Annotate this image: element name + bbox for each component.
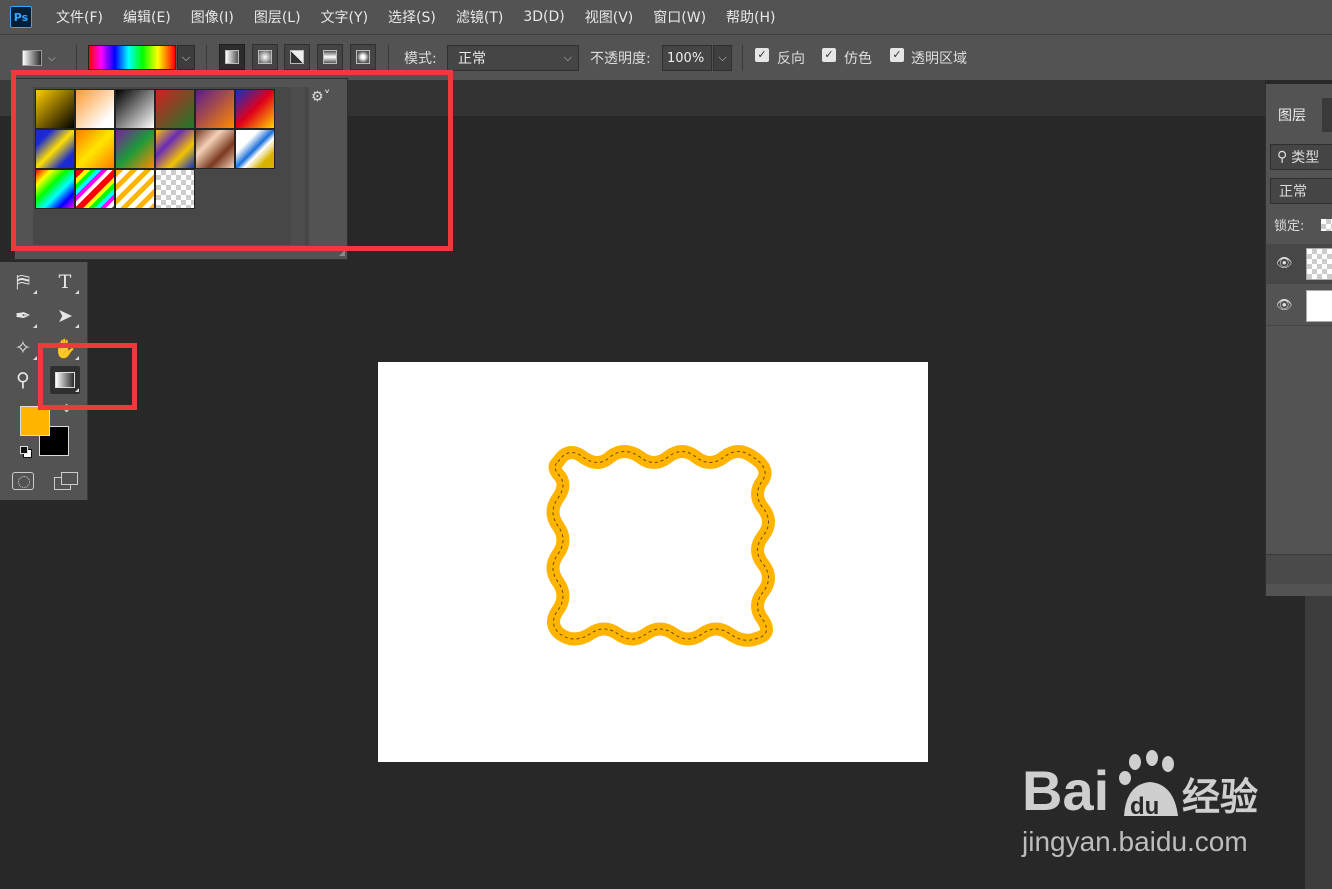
divider bbox=[206, 45, 207, 71]
svg-text:du: du bbox=[1130, 793, 1159, 820]
arrow-cursor-icon: ➤ bbox=[57, 305, 73, 327]
mode-select[interactable]: 正常 ⌵ bbox=[447, 45, 579, 71]
mode-label: 模式: bbox=[404, 51, 437, 67]
radial-gradient-button[interactable] bbox=[252, 44, 278, 70]
mode-value: 正常 bbox=[458, 51, 486, 67]
linear-gradient-icon bbox=[225, 50, 239, 64]
opacity-dropdown-button[interactable]: ⌵ bbox=[713, 45, 732, 71]
shape-icon: ✧ bbox=[15, 337, 31, 359]
chevron-down-icon: ⌵ bbox=[48, 52, 56, 64]
search-icon: ⚲ bbox=[1277, 149, 1288, 165]
menu-help[interactable]: 帮助(H) bbox=[716, 0, 785, 34]
pen-tool[interactable]: ✒ bbox=[8, 302, 38, 330]
svg-text:Bai: Bai bbox=[1022, 759, 1109, 822]
svg-text:经验: 经验 bbox=[1182, 775, 1258, 819]
document-canvas[interactable] bbox=[378, 362, 928, 762]
radial-gradient-icon bbox=[258, 50, 272, 64]
foreground-color-swatch[interactable] bbox=[20, 406, 50, 436]
baidu-jingyan-watermark-logo: Bai du 经验 bbox=[1022, 750, 1258, 822]
watermark-url: jingyan.baidu.com bbox=[1022, 826, 1248, 857]
divider bbox=[742, 45, 743, 71]
menu-bar: Ps 文件(F) 编辑(E) 图像(I) 图层(L) 文字(Y) 选择(S) 滤… bbox=[0, 0, 1332, 34]
menu-view[interactable]: 视图(V) bbox=[575, 0, 644, 34]
zoom-tool[interactable]: ⚲ bbox=[8, 366, 38, 394]
menu-3d[interactable]: 3D(D) bbox=[513, 0, 574, 34]
reverse-checkbox[interactable]: ✓ bbox=[755, 48, 769, 62]
transparency-label: 透明区域 bbox=[911, 51, 967, 67]
layers-panel: 图层 ⚲ 类型 正常 锁定: 👁 👁 bbox=[1265, 84, 1332, 596]
path-selection-tool[interactable]: ➤ bbox=[50, 302, 80, 330]
menu-image[interactable]: 图像(I) bbox=[181, 0, 244, 34]
menu-type[interactable]: 文字(Y) bbox=[311, 0, 378, 34]
diamond-gradient-icon bbox=[356, 50, 370, 64]
paint-bucket-tool[interactable]: ⛿ bbox=[8, 268, 38, 296]
tab-layers[interactable]: 图层 bbox=[1266, 98, 1322, 132]
opacity-input[interactable]: 100% bbox=[662, 45, 712, 71]
gradient-preview[interactable] bbox=[88, 45, 176, 70]
layer-thumbnail bbox=[1306, 248, 1332, 280]
layer-filter-select[interactable]: ⚲ 类型 bbox=[1270, 144, 1332, 170]
magnifier-icon: ⚲ bbox=[16, 369, 30, 391]
document-tab-bar-empty bbox=[348, 80, 1265, 116]
layers-tab-bar: 图层 bbox=[1266, 98, 1332, 132]
angle-gradient-button[interactable] bbox=[284, 44, 310, 70]
custom-shape-tool[interactable]: ✧ bbox=[8, 334, 38, 362]
quick-mask-icon[interactable] bbox=[12, 472, 34, 490]
reflected-gradient-button[interactable] bbox=[317, 44, 343, 70]
menu-select[interactable]: 选择(S) bbox=[378, 0, 446, 34]
type-tool[interactable]: T bbox=[50, 268, 80, 296]
gradient-dropdown-button[interactable]: ⌵ bbox=[177, 45, 195, 70]
gradient-tool-preset-icon bbox=[22, 50, 42, 66]
photoshop-logo: Ps bbox=[10, 6, 32, 28]
layer-row[interactable]: 👁 bbox=[1266, 286, 1332, 326]
menu-layer[interactable]: 图层(L) bbox=[244, 0, 311, 34]
dither-checkbox[interactable]: ✓ bbox=[822, 48, 836, 62]
lock-label: 锁定: bbox=[1274, 219, 1305, 234]
wavy-frame-shape bbox=[546, 445, 775, 647]
layer-filter-label: 类型 bbox=[1291, 150, 1320, 166]
linear-gradient-button[interactable] bbox=[219, 44, 245, 70]
menu-file[interactable]: 文件(F) bbox=[46, 0, 113, 34]
paint-bucket-icon: ⛿ bbox=[16, 271, 30, 293]
highlight-box-gradient-picker bbox=[11, 70, 453, 251]
transparency-checkbox[interactable]: ✓ bbox=[890, 48, 904, 62]
layer-thumbnail bbox=[1306, 290, 1332, 322]
opacity-label: 不透明度: bbox=[590, 51, 651, 67]
layers-footer bbox=[1266, 554, 1332, 584]
layer-blend-mode-select[interactable]: 正常 bbox=[1270, 178, 1332, 204]
menu-filter[interactable]: 滤镜(T) bbox=[446, 0, 513, 34]
screen-mode-icon[interactable] bbox=[54, 472, 78, 490]
reverse-label: 反向 bbox=[777, 51, 805, 67]
divider bbox=[76, 45, 77, 71]
divider bbox=[388, 45, 389, 71]
chevron-down-icon: ⌵ bbox=[563, 51, 572, 64]
layer-row[interactable]: 👁 bbox=[1266, 244, 1332, 284]
highlight-box-gradient-tool bbox=[38, 343, 137, 410]
eye-icon[interactable]: 👁 bbox=[1276, 298, 1293, 313]
angle-gradient-icon bbox=[290, 50, 304, 64]
tool-preset-picker[interactable]: ⌵ bbox=[22, 46, 68, 70]
panel-dock-strip bbox=[1305, 596, 1332, 889]
diamond-gradient-button[interactable] bbox=[350, 44, 376, 70]
dither-label: 仿色 bbox=[844, 51, 872, 67]
lock-transparent-pixels-icon[interactable] bbox=[1321, 219, 1332, 231]
reflected-gradient-icon bbox=[323, 50, 337, 64]
pen-icon: ✒ bbox=[15, 305, 31, 327]
type-icon: T bbox=[58, 271, 72, 293]
menu-edit[interactable]: 编辑(E) bbox=[113, 0, 181, 34]
eye-icon[interactable]: 👁 bbox=[1276, 256, 1293, 271]
menu-window[interactable]: 窗口(W) bbox=[643, 0, 716, 34]
default-colors-icon[interactable] bbox=[20, 446, 32, 458]
